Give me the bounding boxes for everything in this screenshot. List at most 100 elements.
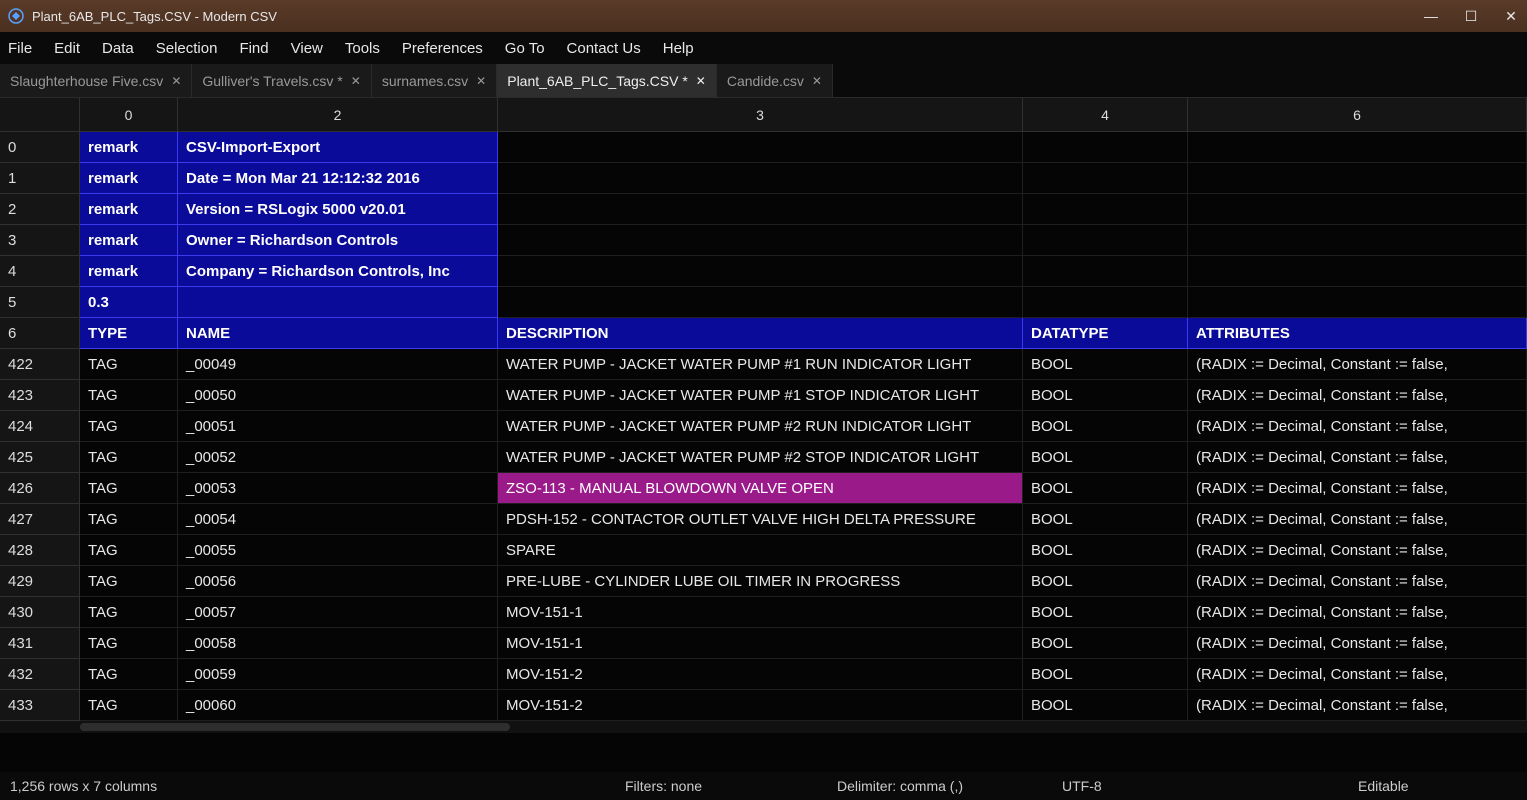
- row-header[interactable]: 431: [0, 628, 80, 659]
- row-header[interactable]: 425: [0, 442, 80, 473]
- close-icon[interactable]: ✕: [812, 74, 822, 88]
- column-header[interactable]: [0, 98, 80, 132]
- cell[interactable]: ATTRIBUTES: [1188, 318, 1527, 349]
- cell[interactable]: MOV-151-2: [498, 690, 1023, 721]
- cell[interactable]: _00049: [178, 349, 498, 380]
- cell[interactable]: _00054: [178, 504, 498, 535]
- tab-file[interactable]: Candide.csv✕: [717, 64, 833, 97]
- row-header[interactable]: 5: [0, 287, 80, 318]
- row-header[interactable]: 0: [0, 132, 80, 163]
- cell[interactable]: [498, 287, 1023, 318]
- menu-view[interactable]: View: [291, 40, 323, 57]
- cell[interactable]: (RADIX := Decimal, Constant := false,: [1188, 566, 1527, 597]
- cell[interactable]: [1188, 132, 1527, 163]
- cell[interactable]: Date = Mon Mar 21 12:12:32 2016: [178, 163, 498, 194]
- row-header[interactable]: 2: [0, 194, 80, 225]
- cell[interactable]: _00057: [178, 597, 498, 628]
- menu-edit[interactable]: Edit: [54, 40, 80, 57]
- cell[interactable]: (RADIX := Decimal, Constant := false,: [1188, 628, 1527, 659]
- cell[interactable]: NAME: [178, 318, 498, 349]
- cell[interactable]: [1023, 287, 1188, 318]
- cell[interactable]: TAG: [80, 628, 178, 659]
- horizontal-scrollbar[interactable]: [0, 721, 1527, 733]
- cell[interactable]: MOV-151-1: [498, 597, 1023, 628]
- status-mode[interactable]: Editable: [1358, 778, 1409, 794]
- cell[interactable]: (RADIX := Decimal, Constant := false,: [1188, 442, 1527, 473]
- cell[interactable]: [1023, 132, 1188, 163]
- cell[interactable]: TAG: [80, 597, 178, 628]
- cell[interactable]: BOOL: [1023, 442, 1188, 473]
- row-header[interactable]: 428: [0, 535, 80, 566]
- cell[interactable]: [498, 256, 1023, 287]
- maximize-icon[interactable]: ☐: [1463, 8, 1479, 25]
- cell[interactable]: _00055: [178, 535, 498, 566]
- cell[interactable]: WATER PUMP - JACKET WATER PUMP #1 RUN IN…: [498, 349, 1023, 380]
- cell[interactable]: (RADIX := Decimal, Constant := false,: [1188, 535, 1527, 566]
- cell[interactable]: BOOL: [1023, 628, 1188, 659]
- cell[interactable]: _00050: [178, 380, 498, 411]
- menu-goto[interactable]: Go To: [505, 40, 545, 57]
- cell[interactable]: (RADIX := Decimal, Constant := false,: [1188, 504, 1527, 535]
- cell[interactable]: (RADIX := Decimal, Constant := false,: [1188, 349, 1527, 380]
- cell[interactable]: [1188, 163, 1527, 194]
- cell[interactable]: ZSO-113 - MANUAL BLOWDOWN VALVE OPEN: [498, 473, 1023, 504]
- menu-contact[interactable]: Contact Us: [567, 40, 641, 57]
- cell[interactable]: TAG: [80, 380, 178, 411]
- cell[interactable]: (RADIX := Decimal, Constant := false,: [1188, 659, 1527, 690]
- cell[interactable]: Owner = Richardson Controls: [178, 225, 498, 256]
- close-icon[interactable]: ✕: [476, 74, 486, 88]
- cell[interactable]: TAG: [80, 349, 178, 380]
- data-grid[interactable]: 02346 0remarkCSV-Import-Export1remarkDat…: [0, 98, 1527, 772]
- cell[interactable]: BOOL: [1023, 504, 1188, 535]
- cell[interactable]: remark: [80, 132, 178, 163]
- cell[interactable]: [498, 163, 1023, 194]
- tab-file[interactable]: Plant_6AB_PLC_Tags.CSV *✕: [497, 64, 717, 97]
- cell[interactable]: BOOL: [1023, 411, 1188, 442]
- cell[interactable]: TAG: [80, 690, 178, 721]
- cell[interactable]: [1188, 287, 1527, 318]
- cell[interactable]: MOV-151-2: [498, 659, 1023, 690]
- minimize-icon[interactable]: —: [1423, 8, 1439, 25]
- cell[interactable]: [1188, 225, 1527, 256]
- row-header[interactable]: 427: [0, 504, 80, 535]
- row-header[interactable]: 1: [0, 163, 80, 194]
- cell[interactable]: remark: [80, 194, 178, 225]
- cell[interactable]: _00056: [178, 566, 498, 597]
- cell[interactable]: PDSH-152 - CONTACTOR OUTLET VALVE HIGH D…: [498, 504, 1023, 535]
- tab-file[interactable]: Slaughterhouse Five.csv✕: [0, 64, 192, 97]
- menu-find[interactable]: Find: [239, 40, 268, 57]
- cell[interactable]: (RADIX := Decimal, Constant := false,: [1188, 411, 1527, 442]
- cell[interactable]: BOOL: [1023, 349, 1188, 380]
- close-icon[interactable]: ✕: [696, 74, 706, 88]
- cell[interactable]: BOOL: [1023, 690, 1188, 721]
- menu-selection[interactable]: Selection: [156, 40, 218, 57]
- cell[interactable]: (RADIX := Decimal, Constant := false,: [1188, 380, 1527, 411]
- cell[interactable]: (RADIX := Decimal, Constant := false,: [1188, 597, 1527, 628]
- cell[interactable]: remark: [80, 225, 178, 256]
- menu-tools[interactable]: Tools: [345, 40, 380, 57]
- cell[interactable]: TAG: [80, 566, 178, 597]
- cell[interactable]: BOOL: [1023, 659, 1188, 690]
- column-header[interactable]: 0: [80, 98, 178, 132]
- tab-file[interactable]: Gulliver's Travels.csv *✕: [192, 64, 371, 97]
- cell[interactable]: DESCRIPTION: [498, 318, 1023, 349]
- menu-file[interactable]: File: [8, 40, 32, 57]
- status-encoding[interactable]: UTF-8: [1062, 778, 1358, 794]
- menu-data[interactable]: Data: [102, 40, 134, 57]
- cell[interactable]: TAG: [80, 504, 178, 535]
- cell[interactable]: BOOL: [1023, 473, 1188, 504]
- column-header[interactable]: 4: [1023, 98, 1188, 132]
- cell[interactable]: BOOL: [1023, 380, 1188, 411]
- row-header[interactable]: 4: [0, 256, 80, 287]
- row-header[interactable]: 422: [0, 349, 80, 380]
- cell[interactable]: remark: [80, 256, 178, 287]
- cell[interactable]: _00051: [178, 411, 498, 442]
- row-header[interactable]: 426: [0, 473, 80, 504]
- cell[interactable]: CSV-Import-Export: [178, 132, 498, 163]
- menu-help[interactable]: Help: [663, 40, 694, 57]
- row-header[interactable]: 430: [0, 597, 80, 628]
- cell[interactable]: MOV-151-1: [498, 628, 1023, 659]
- row-header[interactable]: 429: [0, 566, 80, 597]
- cell[interactable]: [498, 132, 1023, 163]
- cell[interactable]: [1023, 225, 1188, 256]
